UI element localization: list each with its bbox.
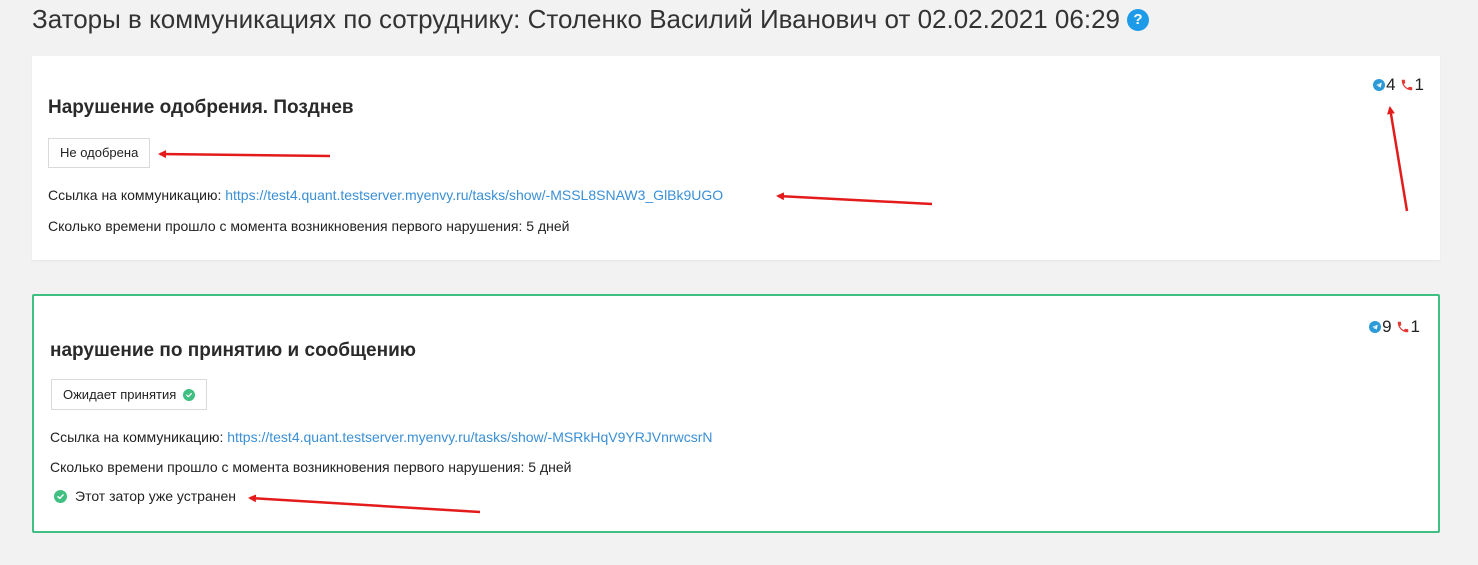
telegram-count: 4: [1386, 75, 1396, 94]
page-title: Заторы в коммуникациях по сотруднику: Ст…: [32, 4, 1149, 35]
violation-card-resolved: 9 1 нарушение по принятию и сообщению Ож…: [32, 294, 1440, 533]
resolved-text: Этот затор уже устранен: [75, 488, 236, 504]
violation-card: 4 1 Нарушение одобрения. Позднев Не одоб…: [32, 56, 1440, 260]
message-counters: 4 1: [1373, 75, 1424, 95]
communication-link-row: Ссылка на коммуникацию: https://test4.qu…: [50, 429, 712, 445]
resolved-notice: Этот затор уже устранен: [54, 488, 236, 504]
page-title-text: Заторы в коммуникациях по сотруднику: Ст…: [32, 4, 1120, 34]
status-badge[interactable]: Ожидает принятия: [51, 379, 208, 410]
phone-icon: [1396, 320, 1410, 334]
phone-count: 1: [1414, 75, 1424, 94]
link-label: Ссылка на коммуникацию:: [48, 187, 222, 203]
check-circle-icon: [183, 388, 196, 401]
card-title: Нарушение одобрения. Позднев: [48, 97, 354, 118]
phone-icon: [1400, 78, 1414, 92]
check-circle-icon: [54, 489, 67, 503]
communication-link-row: Ссылка на коммуникацию: https://test4.qu…: [48, 187, 723, 203]
status-badge-label: Не одобрена: [60, 145, 139, 160]
phone-count: 1: [1410, 317, 1420, 336]
communication-link[interactable]: https://test4.quant.testserver.myenvy.ru…: [227, 429, 712, 445]
elapsed-time: Сколько времени прошло с момента возникн…: [48, 218, 570, 234]
elapsed-time: Сколько времени прошло с момента возникн…: [50, 459, 572, 475]
telegram-icon: [1373, 79, 1386, 91]
card-title: нарушение по принятию и сообщению: [50, 340, 417, 361]
question-circle-icon[interactable]: ?: [1127, 8, 1149, 31]
status-badge-label: Ожидает принятия: [63, 387, 177, 402]
telegram-count: 9: [1382, 317, 1392, 336]
status-badge[interactable]: Не одобрена: [48, 138, 151, 168]
message-counters: 9 1: [1369, 317, 1420, 337]
telegram-icon: [1369, 321, 1382, 333]
link-label: Ссылка на коммуникацию:: [50, 429, 224, 445]
communication-link[interactable]: https://test4.quant.testserver.myenvy.ru…: [225, 187, 723, 203]
